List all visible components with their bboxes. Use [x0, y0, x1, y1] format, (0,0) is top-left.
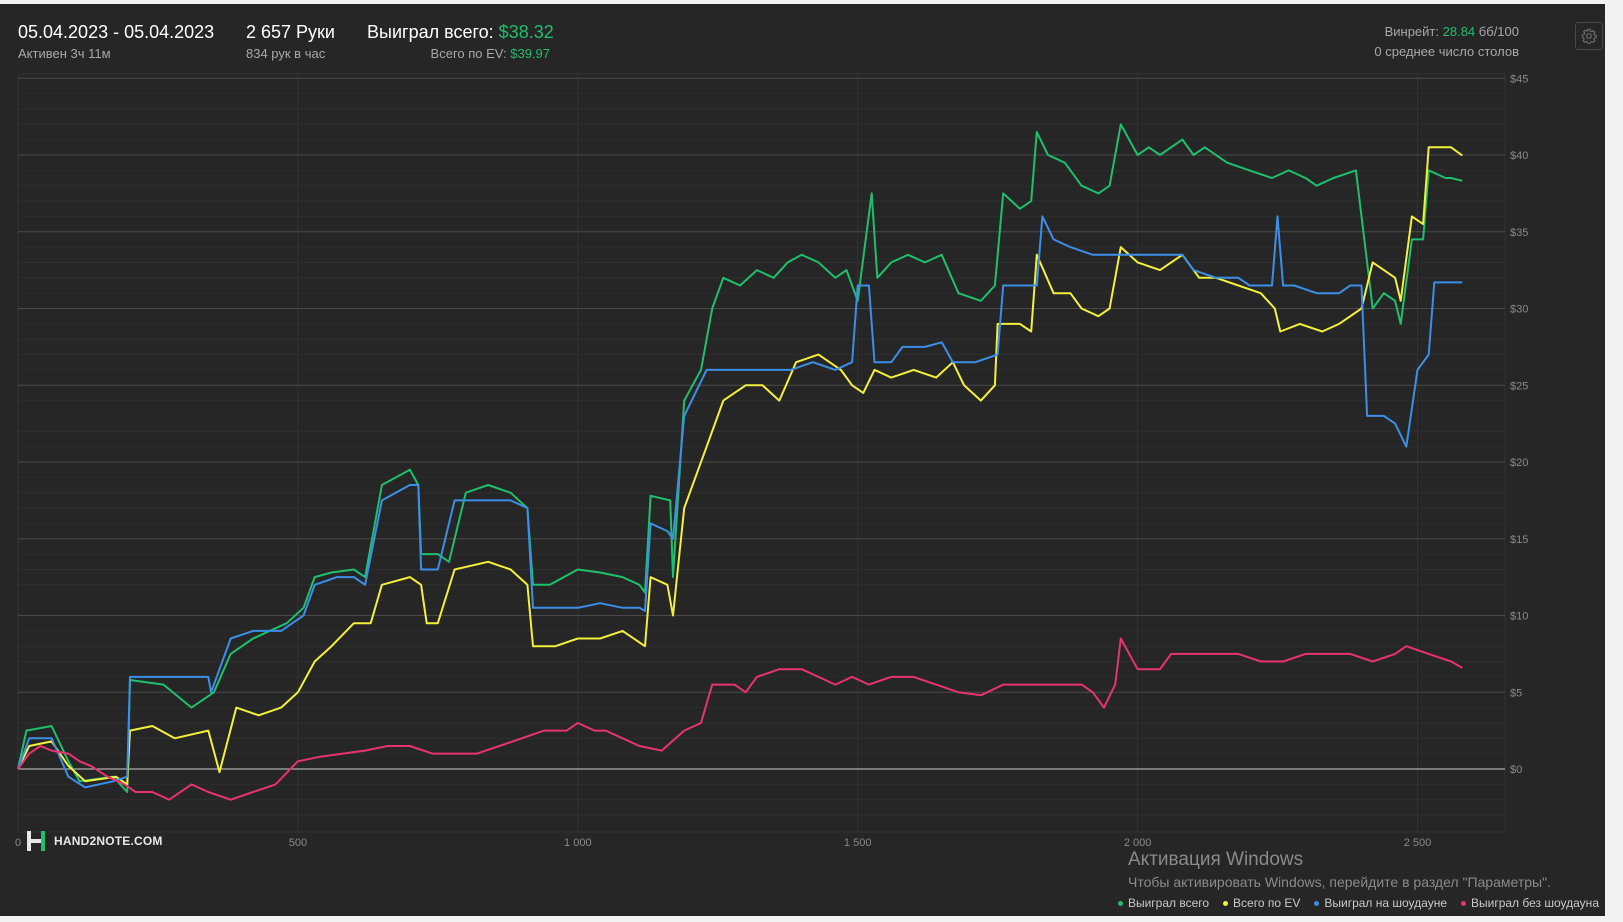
legend-label-ev: Всего по EV: [1233, 896, 1301, 910]
winrate-value: 28.84: [1442, 24, 1476, 39]
legend-item-showdown[interactable]: Выиграл на шоудауне: [1314, 896, 1447, 910]
y-tick-label: $30: [1510, 304, 1528, 316]
y-tick-label: $10: [1510, 611, 1528, 623]
chart-legend: Выиграл всего Всего по EV Выиграл на шоу…: [1117, 896, 1599, 910]
x-tick-label: 0: [15, 837, 21, 849]
x-tick-label: 500: [289, 837, 307, 849]
chart-canvas[interactable]: $0 $5 $10 $15 $20 $25 $30 $35 $40 $45 0 500 1 000 1 …: [0, 4, 1605, 916]
gear-icon: [1581, 28, 1597, 44]
legend-dot-ev: [1223, 900, 1229, 906]
plot-frame: [17, 73, 1506, 833]
hand2note-logo: HAND2NOTE.COM: [26, 830, 163, 852]
ev-total: Всего по EV: $39.97: [431, 46, 550, 61]
won-total: Выиграл всего: $38.32: [367, 22, 554, 43]
x-tick-label: 2 500: [1404, 837, 1432, 849]
y-tick-label: $15: [1510, 534, 1528, 546]
x-tick-label: 1 000: [564, 837, 592, 849]
legend-dot-won-total: [1117, 900, 1123, 906]
legend-label-non-showdown: Выиграл без шоудауна: [1471, 896, 1599, 910]
legend-label-showdown: Выиграл на шоудауне: [1324, 896, 1447, 910]
y-tick-label: $0: [1510, 764, 1522, 776]
y-tick-label: $40: [1510, 150, 1528, 162]
legend-item-non-showdown[interactable]: Выиграл без шоудауна: [1461, 896, 1599, 910]
winrate-unit: бб/100: [1478, 24, 1519, 39]
legend-item-ev[interactable]: Всего по EV: [1223, 896, 1300, 910]
y-tick-label: $45: [1510, 73, 1528, 85]
won-total-value: $38.32: [498, 22, 554, 42]
ev-total-label: Всего по EV:: [430, 46, 507, 61]
logo-text: HAND2NOTE.COM: [54, 834, 163, 848]
date-range: 05.04.2023 - 05.04.2023: [18, 22, 215, 42]
x-tick-label: 1 500: [844, 837, 872, 849]
legend-dot-non-showdown: [1461, 900, 1466, 906]
active-time: Активен 3ч 11м: [18, 46, 111, 61]
legend-label-won-total: Выиграл всего: [1127, 896, 1210, 910]
series-line-3: [17, 637, 1463, 801]
y-axis-ticks: $0 $5 $10 $15 $20 $25 $30 $35 $40 $45: [1510, 73, 1528, 776]
y-tick-label: $35: [1510, 227, 1528, 239]
hand2note-logo-icon: [27, 831, 45, 851]
won-total-label: Выиграл всего:: [367, 22, 494, 42]
x-axis-ticks: 0 500 1 000 1 500 2 000 2 500: [15, 837, 1431, 849]
y-tick-label: $25: [1510, 380, 1528, 392]
hands-per-hour: 834 рук в час: [246, 46, 326, 61]
legend-item-won-total[interactable]: Выиграл всего: [1117, 896, 1210, 910]
chart-grid: [17, 73, 1506, 833]
ev-total-value: $39.97: [510, 46, 550, 61]
windows-activation-title: Активация Windows: [1128, 849, 1304, 870]
settings-button[interactable]: [1575, 22, 1603, 50]
winrate-label: Винрейт:: [1384, 24, 1439, 39]
winrate: Винрейт: 28.84 бб/100: [1385, 24, 1519, 39]
app-window: $0 $5 $10 $15 $20 $25 $30 $35 $40 $45 0 500 1 000 1 …: [0, 0, 1623, 922]
legend-dot-showdown: [1314, 900, 1320, 906]
windows-activation-subtitle: Чтобы активировать Windows, перейдите в …: [1128, 874, 1551, 890]
y-tick-label: $5: [1510, 687, 1522, 699]
avg-tables: 0 среднее число столов: [1374, 44, 1519, 59]
x-tick-label: 2 000: [1124, 837, 1152, 849]
y-tick-label: $20: [1510, 457, 1528, 469]
series-line-2: [17, 215, 1463, 789]
hands-count: 2 657 Руки: [246, 22, 335, 42]
